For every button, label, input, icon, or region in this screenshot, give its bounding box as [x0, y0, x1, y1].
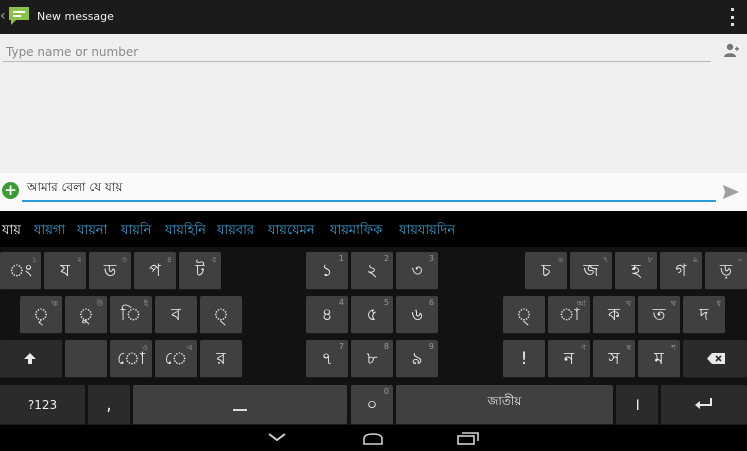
key[interactable]: ্: [503, 296, 545, 334]
key[interactable]: 1১: [306, 252, 348, 290]
space-key[interactable]: জাতীয়: [396, 385, 613, 425]
attach-plus-icon[interactable]: +: [2, 182, 19, 199]
nav-back-icon[interactable]: [267, 431, 287, 443]
messaging-icon[interactable]: [6, 4, 32, 28]
key[interactable]: ষস: [593, 340, 635, 378]
system-nav-bar: [0, 425, 747, 451]
key[interactable]: 5৫: [351, 296, 393, 334]
key[interactable]: ৩ড: [89, 252, 131, 290]
suggestion-item[interactable]: যায়গা: [34, 221, 65, 242]
backspace-key[interactable]: [683, 340, 747, 378]
suggestion-item[interactable]: যায়নি: [121, 221, 151, 242]
recipient-input[interactable]: [6, 43, 710, 61]
key[interactable]: ৬চ: [525, 252, 567, 290]
space-bar-mark: [233, 409, 247, 411]
key[interactable]: ণন: [548, 340, 590, 378]
enter-key[interactable]: [661, 385, 747, 425]
action-bar: ‹ New message: [0, 0, 747, 34]
comma-key[interactable]: ,: [88, 385, 130, 425]
key[interactable]: এে: [155, 340, 197, 378]
recipient-area: [0, 34, 747, 173]
key[interactable]: ০ ড়: [705, 252, 747, 290]
suggestion-item[interactable]: যায়যেমন: [268, 221, 315, 242]
key[interactable]: র: [200, 340, 242, 378]
period-key[interactable]: ।: [616, 385, 658, 425]
key[interactable]: 4৪: [306, 296, 348, 334]
key[interactable]: ্: [200, 296, 242, 334]
key[interactable]: ৮হ: [615, 252, 657, 290]
key[interactable]: ৭জ: [570, 252, 612, 290]
key[interactable]: 0০: [351, 385, 393, 425]
key[interactable]: 2২: [351, 252, 393, 290]
key[interactable]: ২য: [44, 252, 86, 290]
key[interactable]: ব: [155, 296, 197, 334]
key[interactable]: খক: [593, 296, 635, 334]
key[interactable]: ওো: [110, 340, 152, 378]
key[interactable]: ৫ট: [179, 252, 221, 290]
overflow-menu-icon[interactable]: [729, 8, 735, 26]
nav-home-icon[interactable]: [362, 433, 384, 445]
suggestion-strip: যায় যায়গা যায়না যায়নি যায়হিনি যায়ব…: [0, 211, 747, 247]
nav-recent-icon[interactable]: [457, 432, 479, 445]
key[interactable]: উু: [65, 296, 107, 334]
key[interactable]: ৪প: [134, 252, 176, 290]
page-title: New message: [37, 10, 114, 23]
key[interactable]: শম: [638, 340, 680, 378]
key[interactable]: 7৭: [306, 340, 348, 378]
key[interactable]: আা: [548, 296, 590, 334]
compose-row: + আমার বেলা যে যায়: [0, 173, 747, 211]
key[interactable]: থত: [638, 296, 680, 334]
key[interactable]: ঋৃ: [20, 296, 62, 334]
symbols-key[interactable]: ?123: [0, 385, 85, 425]
recipient-underline: [3, 61, 711, 62]
suggestion-item[interactable]: যায়বার: [217, 221, 254, 242]
key[interactable]: 6৬: [396, 296, 438, 334]
suggestion-item[interactable]: যায়মাফিক: [330, 221, 382, 242]
message-underline: [22, 200, 716, 202]
space-key-left[interactable]: [133, 385, 347, 425]
send-icon[interactable]: [722, 184, 740, 200]
up-chevron-icon[interactable]: ‹: [0, 8, 6, 24]
suggestion-item[interactable]: যায়যায়দিন: [399, 221, 455, 242]
key[interactable]: !: [503, 340, 545, 378]
shift-icon: [24, 353, 36, 364]
key[interactable]: [65, 340, 107, 378]
key[interactable]: ৯গ: [660, 252, 702, 290]
key[interactable]: ইি: [110, 296, 152, 334]
key[interactable]: ধদ: [683, 296, 725, 334]
message-text[interactable]: আমার বেলা যে যায়: [27, 179, 122, 199]
suggestion-item[interactable]: যায়না: [77, 221, 107, 242]
suggestion-item[interactable]: যায়হিনি: [165, 221, 206, 242]
key[interactable]: 9৯: [396, 340, 438, 378]
enter-icon: [695, 398, 712, 409]
key[interactable]: 3৩: [396, 252, 438, 290]
backspace-icon: [707, 353, 725, 364]
shift-key[interactable]: [0, 340, 62, 378]
key[interactable]: 8৮: [351, 340, 393, 378]
suggestion-item[interactable]: যায়: [2, 221, 21, 242]
person-icon[interactable]: [723, 42, 739, 58]
key[interactable]: ১ং: [0, 252, 41, 290]
